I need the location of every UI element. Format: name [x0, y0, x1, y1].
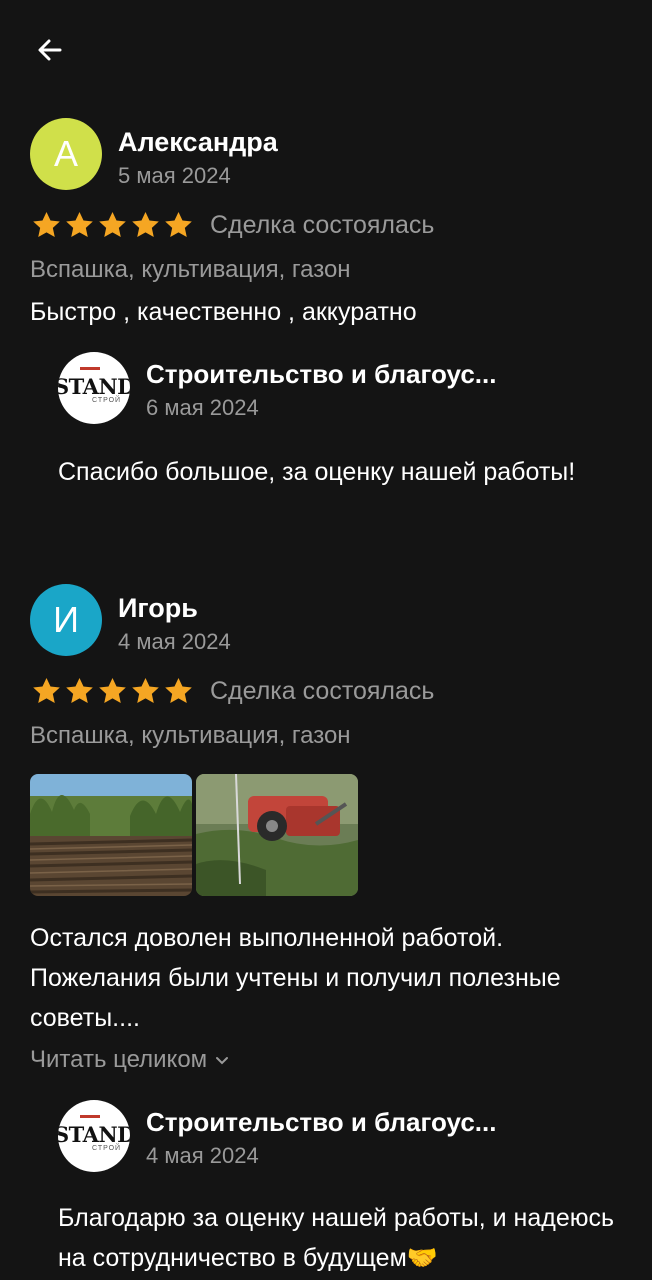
reply-text: Спасибо большое, за оценку нашей работы! — [58, 458, 576, 486]
review-date: 4 мая 2024 — [118, 629, 231, 654]
avatar-letter: А — [53, 133, 78, 174]
back-button[interactable] — [28, 28, 72, 72]
star-icon — [33, 211, 60, 237]
review-text: Остался доволен выполненной работой. Пож… — [30, 924, 561, 1032]
read-more-label: Читать целиком — [30, 1046, 208, 1073]
star-icon — [132, 677, 159, 703]
review-photo[interactable] — [196, 774, 358, 896]
reviewer-name[interactable]: Игорь — [118, 592, 231, 624]
tiller-photo — [196, 774, 358, 896]
company-reply: STANDART СТРОЙ Строительство и благоус..… — [58, 352, 618, 492]
company-logo[interactable]: STANDART СТРОЙ — [58, 1100, 130, 1172]
logo-subtext: СТРОЙ — [92, 397, 122, 404]
star-icon — [33, 677, 60, 703]
reply-text: Благодарю за оценку нашей работы, и наде… — [58, 1204, 615, 1272]
logo-subtext: СТРОЙ — [92, 1145, 122, 1152]
star-icon — [66, 211, 93, 237]
company-name[interactable]: Строительство и благоус... — [146, 1106, 496, 1138]
star-icon — [165, 211, 192, 237]
reviewer-name[interactable]: Александра — [118, 126, 278, 158]
rating-row: Сделка состоялась — [30, 210, 434, 241]
rating-row: Сделка состоялась — [30, 676, 434, 707]
review-photo[interactable] — [30, 774, 192, 896]
star-rating — [30, 676, 195, 707]
star-icon — [99, 677, 126, 703]
deal-status: Сделка состоялась — [210, 677, 435, 705]
star-icon — [99, 211, 126, 237]
star-icon — [165, 677, 192, 703]
avatar-letter: И — [53, 599, 79, 640]
deal-status: Сделка состоялась — [210, 211, 435, 239]
review-services: Вспашка, культивация, газон — [30, 256, 351, 283]
logo-text: STANDART — [58, 1122, 130, 1147]
star-icon — [66, 677, 93, 703]
review-header: А Александра 5 мая 2024 — [30, 118, 278, 190]
company-logo[interactable]: STANDART СТРОЙ — [58, 352, 130, 424]
field-photo — [30, 774, 192, 896]
avatar[interactable]: И — [30, 584, 102, 656]
reply-date: 6 мая 2024 — [146, 395, 259, 420]
reply-date: 4 мая 2024 — [146, 1143, 259, 1168]
company-reply: STANDART СТРОЙ Строительство и благоус..… — [58, 1100, 618, 1278]
star-icon — [132, 211, 159, 237]
review-text: Быстро , качественно , аккуратно — [30, 298, 417, 326]
star-rating — [30, 210, 195, 241]
reviews-page: А Александра 5 мая 2024 Сделка состоялас… — [0, 0, 652, 1280]
review-header: И Игорь 4 мая 2024 — [30, 584, 231, 656]
review-date: 5 мая 2024 — [118, 163, 231, 188]
logo-text: STANDART — [58, 374, 130, 399]
chevron-down-icon — [216, 1057, 229, 1065]
read-more-link[interactable]: Читать целиком — [30, 1046, 231, 1074]
company-name[interactable]: Строительство и благоус... — [146, 358, 496, 390]
avatar[interactable]: А — [30, 118, 102, 190]
review-photos — [30, 774, 362, 896]
review-services: Вспашка, культивация, газон — [30, 722, 351, 749]
arrow-left-icon — [38, 39, 62, 61]
